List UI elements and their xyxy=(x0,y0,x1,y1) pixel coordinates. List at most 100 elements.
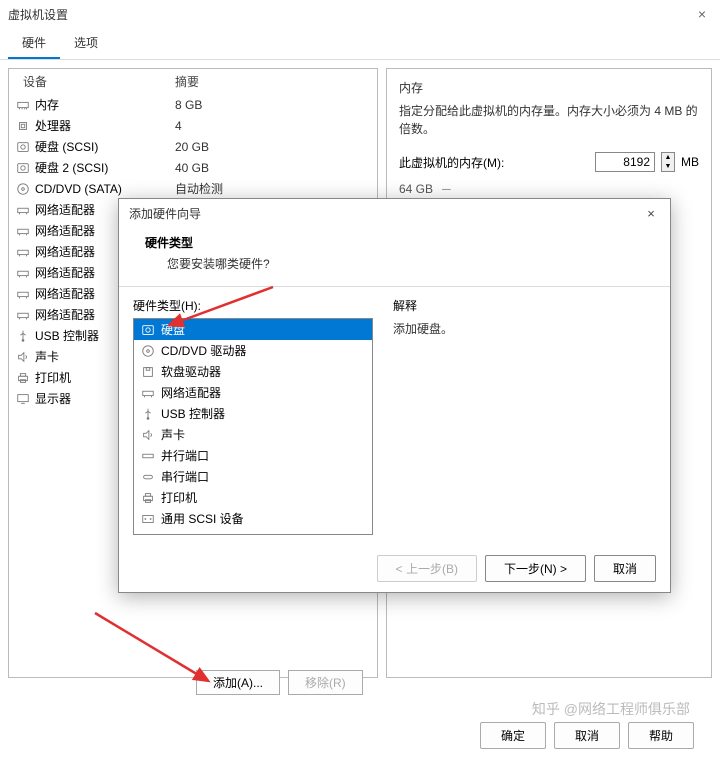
net-icon xyxy=(15,245,31,259)
tab-options[interactable]: 选项 xyxy=(60,28,112,59)
device-summary: 自动检测 xyxy=(175,180,371,197)
wizard-item[interactable]: 网络适配器 xyxy=(134,382,372,403)
device-name: 网络适配器 xyxy=(35,222,95,239)
parallel-icon xyxy=(140,449,156,463)
spinner-up-icon[interactable]: ▲ xyxy=(662,153,674,162)
wizard-item[interactable]: USB 控制器 xyxy=(134,403,372,424)
printer-icon xyxy=(15,371,31,385)
memory-unit: MB xyxy=(681,155,699,169)
wizard-item[interactable]: 声卡 xyxy=(134,424,372,445)
device-name: 网络适配器 xyxy=(35,306,95,323)
disk-icon xyxy=(15,140,31,154)
device-summary: 4 xyxy=(175,119,371,133)
cd-icon xyxy=(140,344,156,358)
memory-label: 此虚拟机的内存(M): xyxy=(399,154,589,171)
device-name: 网络适配器 xyxy=(35,201,95,218)
window-title: 虚拟机设置 xyxy=(8,6,692,23)
disk-icon xyxy=(15,161,31,175)
printer-icon xyxy=(140,491,156,505)
usb-icon xyxy=(140,407,156,421)
wizard-item-label: 打印机 xyxy=(161,489,197,506)
device-name: 网络适配器 xyxy=(35,264,95,281)
slider-max-label: 64 GB xyxy=(399,182,433,196)
wizard-item-label: 软盘驱动器 xyxy=(161,363,221,380)
wizard-item[interactable]: CD/DVD 驱动器 xyxy=(134,340,372,361)
device-name: 硬盘 (SCSI) xyxy=(35,138,98,155)
device-row[interactable]: 内存 8 GB xyxy=(9,94,377,115)
net-icon xyxy=(15,308,31,322)
device-name: 内存 xyxy=(35,96,59,113)
add-hardware-wizard: 添加硬件向导 × 硬件类型 您要安装哪类硬件? 硬件类型(H): 硬盘CD/DV… xyxy=(118,198,671,593)
net-icon xyxy=(140,386,156,400)
device-name: 声卡 xyxy=(35,348,59,365)
memory-icon xyxy=(15,98,31,112)
usb-icon xyxy=(15,329,31,343)
device-summary: 40 GB xyxy=(175,161,371,175)
scsi-icon xyxy=(140,512,156,526)
device-name: 网络适配器 xyxy=(35,243,95,260)
wizard-item[interactable]: 串行端口 xyxy=(134,466,372,487)
wizard-explain-label: 解释 xyxy=(393,297,656,314)
wizard-back-button[interactable]: < 上一步(B) xyxy=(377,555,477,582)
tab-hardware[interactable]: 硬件 xyxy=(8,28,60,59)
wizard-item-label: 通用 SCSI 设备 xyxy=(161,510,244,527)
device-name: 打印机 xyxy=(35,369,71,386)
wizard-subhead-title: 硬件类型 xyxy=(133,234,656,251)
tabs: 硬件 选项 xyxy=(0,28,720,60)
device-name: CD/DVD (SATA) xyxy=(35,182,122,196)
memory-title: 内存 xyxy=(399,79,699,96)
cd-icon xyxy=(15,182,31,196)
device-name: 处理器 xyxy=(35,117,71,134)
cpu-icon xyxy=(15,119,31,133)
device-name: 显示器 xyxy=(35,390,71,407)
wizard-listbox[interactable]: 硬盘 CD/DVD 驱动器软盘驱动器网络适配器 USB 控制器声卡并行端口串行端口打… xyxy=(133,318,373,535)
wizard-close-icon[interactable]: × xyxy=(642,206,660,221)
col-header-device: 设备 xyxy=(9,69,169,94)
wizard-item-label: 声卡 xyxy=(161,426,185,443)
wizard-item[interactable]: 硬盘 xyxy=(134,319,372,340)
net-icon xyxy=(15,287,31,301)
device-name: USB 控制器 xyxy=(35,327,99,344)
device-row[interactable]: 硬盘 (SCSI) 20 GB xyxy=(9,136,377,157)
disk-icon xyxy=(140,323,156,337)
ok-button[interactable]: 确定 xyxy=(480,722,546,749)
memory-input[interactable] xyxy=(595,152,655,172)
net-icon xyxy=(15,203,31,217)
device-row[interactable]: 硬盘 2 (SCSI) 40 GB xyxy=(9,157,377,178)
help-button[interactable]: 帮助 xyxy=(628,722,694,749)
wizard-item[interactable]: 软盘驱动器 xyxy=(134,361,372,382)
wizard-item-label: USB 控制器 xyxy=(161,405,225,422)
wizard-item-label: 硬盘 xyxy=(161,321,185,338)
device-row[interactable]: CD/DVD (SATA) 自动检测 xyxy=(9,178,377,199)
spinner-down-icon[interactable]: ▼ xyxy=(662,162,674,171)
wizard-item-label: CD/DVD 驱动器 xyxy=(161,342,246,359)
wizard-item[interactable]: 通用 SCSI 设备 xyxy=(134,508,372,529)
wizard-next-button[interactable]: 下一步(N) > xyxy=(485,555,586,582)
close-icon[interactable]: × xyxy=(692,6,712,22)
display-icon xyxy=(15,392,31,406)
wizard-item-label: 网络适配器 xyxy=(161,384,221,401)
device-summary: 20 GB xyxy=(175,140,371,154)
add-button[interactable]: 添加(A)... xyxy=(196,670,280,695)
device-summary: 8 GB xyxy=(175,98,371,112)
wizard-item[interactable]: 打印机 xyxy=(134,487,372,508)
device-row[interactable]: 处理器 4 xyxy=(9,115,377,136)
sound-icon xyxy=(15,350,31,364)
net-icon xyxy=(15,266,31,280)
wizard-subhead-question: 您要安装哪类硬件? xyxy=(133,255,656,272)
titlebar: 虚拟机设置 × xyxy=(0,0,720,28)
memory-spinner[interactable]: ▲ ▼ xyxy=(661,152,675,172)
serial-icon xyxy=(140,470,156,484)
floppy-icon xyxy=(140,365,156,379)
wizard-item[interactable]: 并行端口 xyxy=(134,445,372,466)
device-name: 网络适配器 xyxy=(35,285,95,302)
remove-button[interactable]: 移除(R) xyxy=(288,670,363,695)
col-header-summary: 摘要 xyxy=(169,69,377,94)
net-icon xyxy=(15,224,31,238)
wizard-explain-text: 添加硬盘。 xyxy=(393,320,656,337)
sound-icon xyxy=(140,428,156,442)
device-name: 硬盘 2 (SCSI) xyxy=(35,159,108,176)
wizard-list-label: 硬件类型(H): xyxy=(133,297,373,314)
wizard-cancel-button[interactable]: 取消 xyxy=(594,555,656,582)
cancel-button[interactable]: 取消 xyxy=(554,722,620,749)
